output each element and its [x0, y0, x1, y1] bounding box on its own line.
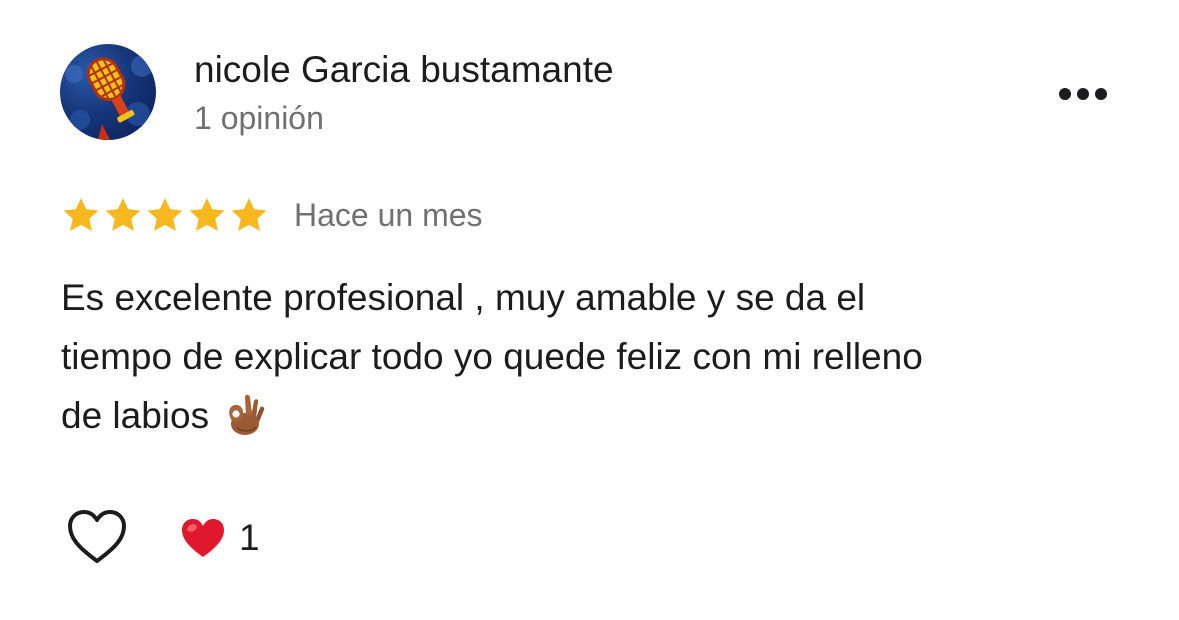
star-icon	[147, 198, 183, 231]
like-button[interactable]	[66, 508, 128, 566]
ok-hand-emoji-icon	[229, 394, 265, 435]
author-name[interactable]: nicole Garcia bustamante	[194, 46, 614, 94]
more-horizontal-icon	[1059, 88, 1107, 100]
review-text: Es excelente profesional , muy amable y …	[61, 268, 1121, 445]
author-review-count: 1 opinión	[194, 100, 324, 136]
star-rating	[61, 193, 269, 237]
review-timestamp: Hace un mes	[294, 197, 483, 233]
star-icon	[231, 198, 267, 231]
star-icon	[105, 198, 141, 231]
review-card: nicole Garcia bustamante 1 opinión Hace …	[0, 0, 1179, 620]
reaction-count: 1	[239, 517, 260, 558]
star-icon	[189, 198, 225, 231]
star-icon	[63, 198, 99, 231]
more-options-button[interactable]	[1050, 76, 1116, 112]
red-heart-emoji-icon	[182, 519, 224, 557]
reaction-summary[interactable]: 1	[180, 515, 260, 561]
microphone-icon	[65, 55, 153, 140]
heart-outline-icon	[68, 510, 126, 563]
review-text-line: de labios	[61, 395, 210, 436]
review-text-line: Es excelente profesional , muy amable y …	[61, 277, 866, 318]
author-avatar[interactable]	[60, 44, 156, 140]
review-text-line: tiempo de explicar todo yo quede feliz c…	[61, 336, 923, 377]
